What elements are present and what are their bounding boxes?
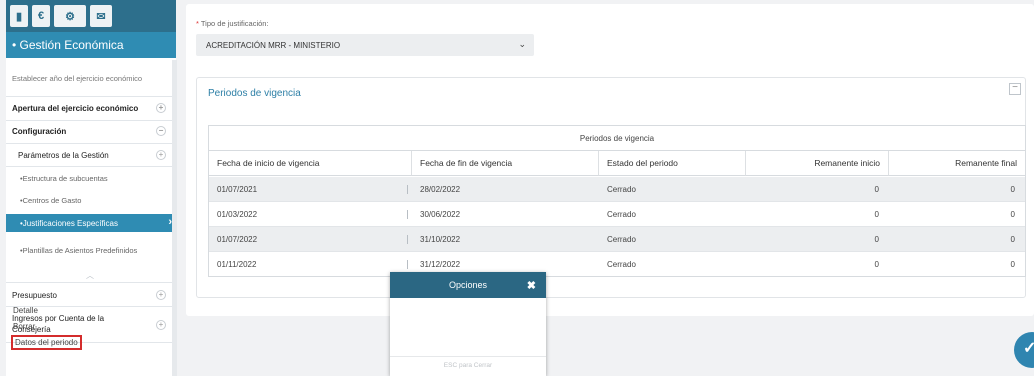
divider: [6, 96, 172, 97]
select-value: ACREDITACIÓN MRR - MINISTERIO: [206, 40, 341, 50]
cogs-icon[interactable]: ⚙: [54, 5, 86, 27]
sidebar-item-apertura[interactable]: Apertura del ejercicio económico +: [6, 98, 172, 118]
cell-fin: 28/02/2022: [420, 185, 461, 194]
menu-item-datos-periodo[interactable]: Datos del periodo: [11, 335, 82, 350]
cell-estado: Cerrado: [607, 260, 636, 269]
sidebar-item-parametros[interactable]: Parámetros de la Gestión +: [6, 145, 172, 165]
screen: ▮ € ⚙ ✉ • Gestión Económica Establecer a…: [0, 0, 1034, 376]
sidebar-item-label: •Justificaciones Específicas: [20, 218, 118, 228]
sidebar-item-estructura-subcuentas[interactable]: •Estructura de subcuentas: [6, 169, 172, 187]
chevron-down-icon: ⌄: [518, 39, 526, 49]
top-tab-bar: ▮ € ⚙ ✉: [6, 0, 176, 32]
menu-header: Opciones ✖: [390, 272, 546, 298]
periodos-grid: Periodos de vigencia Fecha de inicio de …: [208, 125, 1026, 277]
cell-remanente-final: 0: [1010, 235, 1015, 244]
cell-remanente-inicio: 0: [874, 210, 879, 219]
tipo-justificacion-label: * Tipo de justificación:: [196, 19, 269, 28]
cell-estado: Cerrado: [607, 235, 636, 244]
collapse-icon[interactable]: −: [1009, 83, 1021, 95]
mail-icon[interactable]: ✉: [90, 5, 112, 27]
column-header-inicio[interactable]: Fecha de inicio de vigencia: [209, 151, 412, 176]
menu-footer-hint: ESC para Cerrar: [390, 356, 546, 376]
column-header-remanente-inicio[interactable]: Remanente inicio: [746, 151, 889, 176]
cell-remanente-final: 0: [1010, 260, 1015, 269]
sidebar-item-centros-gasto[interactable]: •Centros de Gasto: [6, 191, 172, 209]
column-header-remanente-final[interactable]: Remanente final: [889, 151, 1025, 176]
row-handle: [407, 260, 408, 269]
close-icon[interactable]: ✖: [527, 279, 536, 292]
sidebar-item-label: Presupuesto: [12, 290, 57, 300]
chevron-up-icon[interactable]: ︿: [86, 270, 94, 281]
cell-remanente-final: 0: [1010, 185, 1015, 194]
minus-icon[interactable]: −: [156, 126, 166, 136]
plus-icon[interactable]: +: [156, 290, 166, 300]
sidebar-item-label: Apertura del ejercicio económico: [12, 103, 139, 113]
table-row[interactable]: 01/11/2022 31/12/2022 Cerrado 0 0: [209, 252, 1025, 277]
menu-item-detalle[interactable]: Detalle: [13, 306, 38, 315]
book-icon[interactable]: ▮: [10, 5, 28, 27]
sidebar-item-establecer-anio[interactable]: Establecer año del ejercicio económico: [6, 66, 172, 92]
plus-icon[interactable]: +: [156, 103, 166, 113]
required-mark: *: [196, 19, 199, 28]
cell-remanente-inicio: 0: [874, 235, 879, 244]
table-row[interactable]: 01/07/2021 28/02/2022 Cerrado 0 0: [209, 177, 1025, 202]
sidebar-item-justificaciones[interactable]: •Justificaciones Específicas ›: [6, 214, 176, 232]
cell-inicio: 01/03/2022: [217, 210, 258, 219]
grid-title: Periodos de vigencia: [209, 126, 1025, 151]
row-handle: [407, 185, 408, 194]
cell-fin: 30/06/2022: [420, 210, 461, 219]
row-handle: [407, 235, 408, 244]
cell-inicio: 01/07/2021: [217, 185, 258, 194]
sidebar-section-title: • Gestión Económica: [6, 32, 176, 58]
sidebar-item-label: Configuración: [12, 126, 67, 136]
cell-inicio: 01/11/2022: [217, 260, 257, 269]
plus-icon[interactable]: +: [156, 150, 166, 160]
card-title: Periodos de vigencia: [208, 88, 301, 99]
row-handle: [407, 210, 408, 219]
menu-title: Opciones: [448, 280, 488, 290]
sidebar-item-label: Parámetros de la Gestión: [18, 150, 109, 160]
sidebar-item-presupuesto[interactable]: Presupuesto +: [6, 285, 172, 305]
field-label-text: Tipo de justificación:: [200, 19, 269, 28]
cell-estado: Cerrado: [607, 210, 636, 219]
sidebar-item-configuracion[interactable]: Configuración −: [6, 121, 172, 141]
euro-icon[interactable]: €: [32, 5, 50, 27]
column-header-fin[interactable]: Fecha de fin de vigencia: [412, 151, 599, 176]
cell-remanente-final: 0: [1010, 210, 1015, 219]
plus-icon[interactable]: +: [156, 320, 166, 330]
table-row[interactable]: 01/07/2022 31/10/2022 Cerrado 0 0: [209, 227, 1025, 252]
table-row[interactable]: 01/03/2022 30/06/2022 Cerrado 0 0: [209, 202, 1025, 227]
cell-inicio: 01/07/2022: [217, 235, 258, 244]
divider: [6, 143, 172, 144]
confirm-button[interactable]: ✓: [1014, 332, 1034, 368]
sidebar: ▮ € ⚙ ✉ • Gestión Económica Establecer a…: [6, 0, 177, 376]
sidebar-scrollbar[interactable]: [172, 60, 177, 376]
column-header-estado[interactable]: Estado del periodo: [599, 151, 746, 176]
cell-fin: 31/10/2022: [420, 235, 461, 244]
cell-remanente-inicio: 0: [874, 260, 879, 269]
cell-remanente-inicio: 0: [874, 185, 879, 194]
cell-estado: Cerrado: [607, 185, 636, 194]
menu-item-borrar[interactable]: Borrar: [13, 322, 35, 331]
tipo-justificacion-select[interactable]: ACREDITACIÓN MRR - MINISTERIO ⌄: [196, 34, 534, 56]
divider: [6, 282, 172, 283]
sidebar-item-plantillas[interactable]: •Plantillas de Asientos Predefinidos: [6, 238, 172, 264]
divider: [6, 166, 172, 167]
